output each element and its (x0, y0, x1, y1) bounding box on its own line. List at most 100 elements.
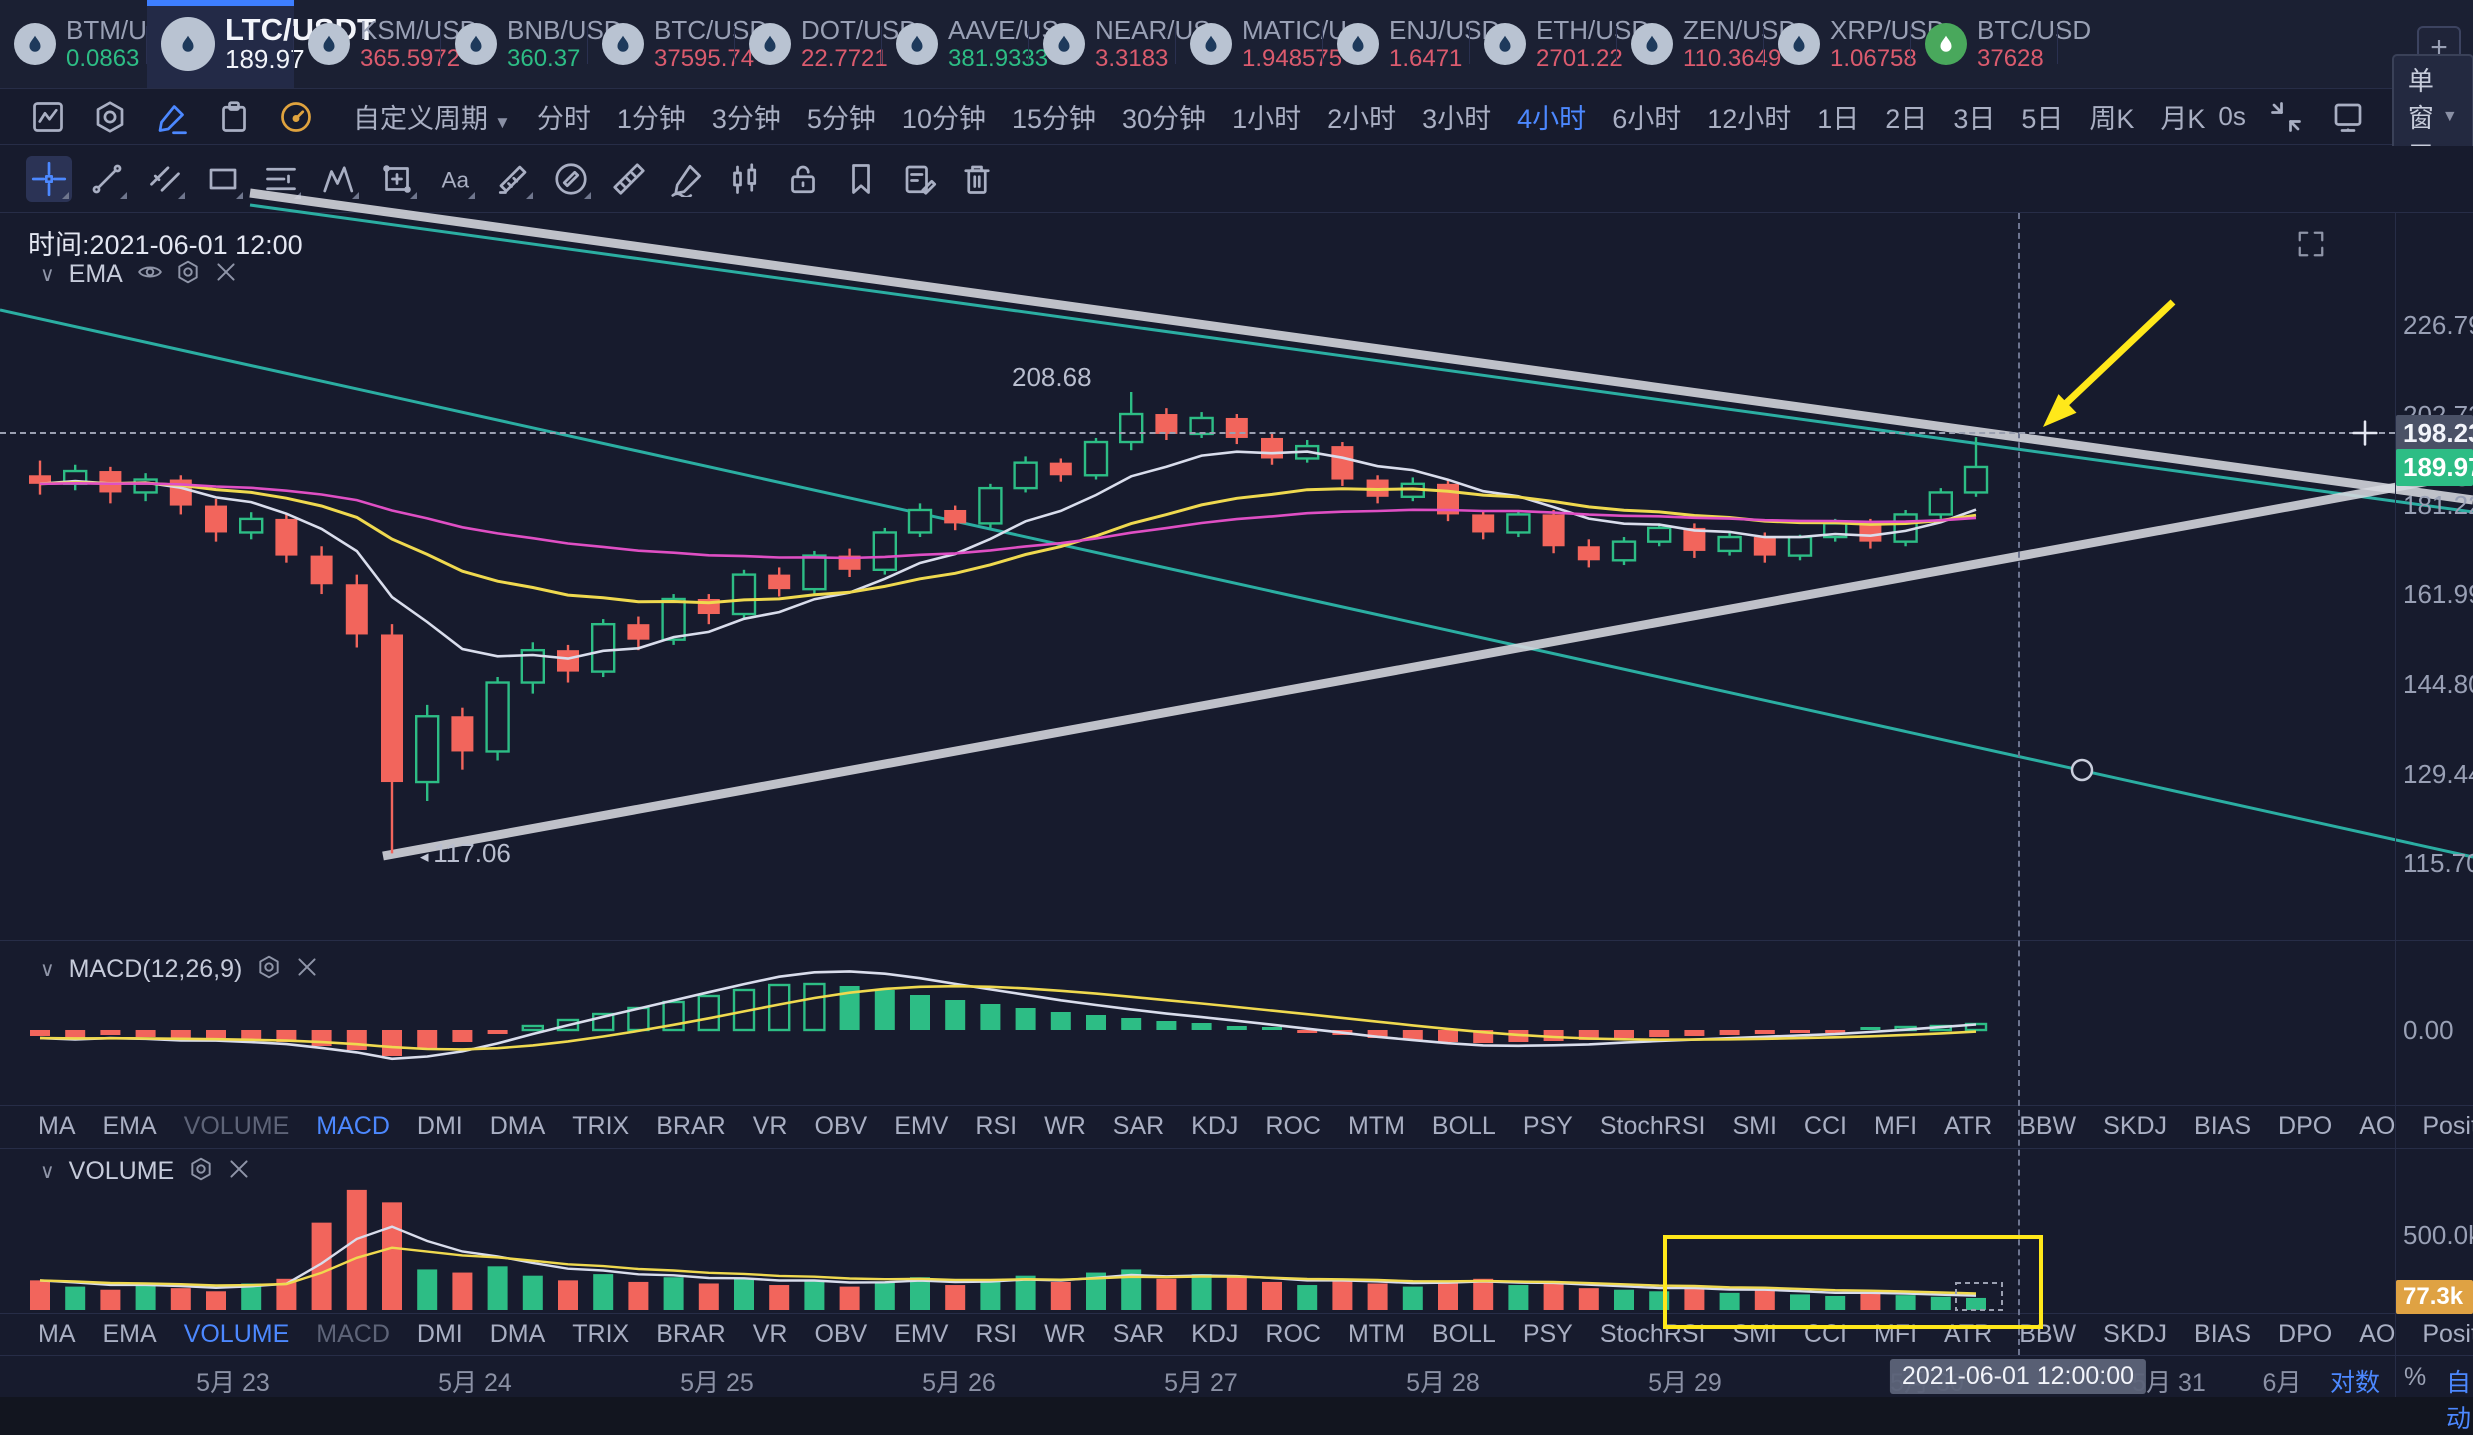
ticker-item-near-us[interactable]: NEAR/US3.3183 (1029, 0, 1176, 88)
indicator-tab-dma[interactable]: DMA (490, 1320, 546, 1349)
gear-icon[interactable] (188, 1156, 226, 1187)
note-edit-tool[interactable] (896, 156, 942, 202)
indicator-tab-ma[interactable]: MA (38, 1320, 76, 1349)
lock-tool[interactable] (780, 156, 826, 202)
close-icon[interactable] (213, 259, 251, 290)
indicator-tab-dmi[interactable]: DMI (417, 1112, 463, 1141)
period-3分钟[interactable]: 3分钟 (712, 97, 781, 136)
period-周K[interactable]: 周K (2089, 97, 2134, 136)
shrink-icon[interactable] (2268, 99, 2304, 135)
ticker-item-enj-usd[interactable]: ENJ/USD1.6471 (1323, 0, 1470, 88)
chevron-down-icon[interactable]: ∨ (40, 1159, 55, 1184)
indicator-tab-boll[interactable]: BOLL (1432, 1320, 1496, 1349)
period-分时[interactable]: 分时 (537, 97, 591, 136)
indicator-tab-ao[interactable]: AO (2359, 1112, 2395, 1141)
yellow-highlight-rectangle[interactable] (1663, 1235, 2043, 1329)
scale-control-%[interactable]: % (2404, 1363, 2426, 1392)
ruler-tool[interactable] (606, 156, 652, 202)
indicator-tab-obv[interactable]: OBV (814, 1112, 867, 1141)
indicator-tab-macd[interactable]: MACD (316, 1320, 390, 1349)
frame-plus-tool[interactable] (374, 156, 420, 202)
add-alert-plus-icon[interactable] (2348, 416, 2382, 450)
indicator-tab-wr[interactable]: WR (1044, 1320, 1086, 1349)
indicator-tab-dpo[interactable]: DPO (2278, 1112, 2332, 1141)
indicator-tab-vr[interactable]: VR (753, 1112, 788, 1141)
brush-tool[interactable] (664, 156, 710, 202)
indicator-tab-atr[interactable]: ATR (1944, 1112, 1992, 1141)
add-window-icon[interactable] (2330, 99, 2366, 135)
indicator-tab-skdj[interactable]: SKDJ (2103, 1112, 2167, 1141)
indicator-tab-sar[interactable]: SAR (1113, 1320, 1164, 1349)
indicator-tab-mtm[interactable]: MTM (1348, 1320, 1405, 1349)
bookmark-tool[interactable] (838, 156, 884, 202)
indicator-tab-rsi[interactable]: RSI (975, 1320, 1017, 1349)
price-range-tool[interactable] (490, 156, 536, 202)
pencil-icon[interactable] (154, 99, 190, 135)
ticker-item-matic-u-[interactable]: MATIC/U:1.948575 (1176, 0, 1323, 88)
indicator-tab-bbw[interactable]: BBW (2019, 1112, 2076, 1141)
gauge-icon[interactable] (278, 99, 314, 135)
indicator-tab-kdj[interactable]: KDJ (1191, 1320, 1238, 1349)
period-30分钟[interactable]: 30分钟 (1122, 97, 1206, 136)
indicator-tab-smi[interactable]: SMI (1732, 1112, 1776, 1141)
indicator-tab-wr[interactable]: WR (1044, 1112, 1086, 1141)
circle-measure-tool[interactable] (548, 156, 594, 202)
scale-control-对数[interactable]: 对数 (2330, 1363, 2380, 1399)
indicator-tab-ema[interactable]: EMA (103, 1112, 157, 1141)
ticker-item-btc-usd[interactable]: BTC/USD37595.74 (588, 0, 735, 88)
close-icon[interactable] (294, 954, 332, 985)
indicator-tab-psy[interactable]: PSY (1523, 1320, 1573, 1349)
ticker-item-aave-us[interactable]: AAVE/US381.9333 (882, 0, 1029, 88)
chart-area[interactable]: 时间:2021-06-01 12:00 ∨ EMA ∨ MACD(12,26,9… (0, 213, 2473, 1397)
ticker-item-dot-usd[interactable]: DOT/USD22.7721 (735, 0, 882, 88)
period-3日[interactable]: 3日 (1953, 97, 1995, 136)
chart-line-icon[interactable] (30, 99, 66, 135)
candle-pattern-tool[interactable] (722, 156, 768, 202)
trend-line-tool[interactable] (84, 156, 130, 202)
indicator-tab-dmi[interactable]: DMI (417, 1320, 463, 1349)
period-1小时[interactable]: 1小时 (1232, 97, 1301, 136)
macd-panel-svg[interactable] (0, 946, 2395, 1105)
indicator-tab-skdj[interactable]: SKDJ (2103, 1320, 2167, 1349)
indicator-tab-position[interactable]: Position (2422, 1320, 2473, 1349)
parallel-channel-tool[interactable] (142, 156, 188, 202)
indicator-tab-ma[interactable]: MA (38, 1112, 76, 1141)
period-月K[interactable]: 月K (2160, 97, 2205, 136)
period-1日[interactable]: 1日 (1817, 97, 1859, 136)
ascending-support-gray[interactable] (383, 473, 2473, 856)
descending-teal-lower[interactable] (0, 310, 2473, 857)
period-2小时[interactable]: 2小时 (1327, 97, 1396, 136)
indicator-tab-brar[interactable]: BRAR (656, 1112, 725, 1141)
scale-control-自动[interactable]: 自动 (2446, 1363, 2473, 1435)
indicator-tab-cci[interactable]: CCI (1804, 1112, 1847, 1141)
period-10分钟[interactable]: 10分钟 (902, 97, 986, 136)
indicator-tab-bias[interactable]: BIAS (2194, 1320, 2251, 1349)
period-2日[interactable]: 2日 (1885, 97, 1927, 136)
indicator-tab-psy[interactable]: PSY (1523, 1112, 1573, 1141)
descending-channel-gray[interactable] (250, 193, 2473, 500)
gear-icon[interactable] (256, 954, 294, 985)
indicator-tab-kdj[interactable]: KDJ (1191, 1112, 1238, 1141)
indicator-tab-dpo[interactable]: DPO (2278, 1320, 2332, 1349)
indicator-tab-position[interactable]: Position (2422, 1112, 2473, 1141)
period-1分钟[interactable]: 1分钟 (617, 97, 686, 136)
close-icon[interactable] (226, 1156, 264, 1187)
rectangle-tool[interactable] (200, 156, 246, 202)
custom-period-dropdown[interactable]: 自定义周期▼ (353, 97, 511, 136)
ticker-item-xrp-usd[interactable]: XRP/USD1.06758 (1764, 0, 1911, 88)
gear-icon[interactable] (175, 259, 213, 290)
eye-icon[interactable] (137, 259, 175, 290)
indicator-tab-rsi[interactable]: RSI (975, 1112, 1017, 1141)
main-chart-svg[interactable] (0, 213, 2473, 940)
indicator-tab-volume[interactable]: VOLUME (184, 1320, 290, 1349)
descending-channel-teal[interactable] (250, 205, 2473, 512)
ticker-item-ksm-usd[interactable]: KSM/USD365.5972 (294, 0, 441, 88)
text-tool[interactable]: Aa (432, 156, 478, 202)
ticker-item-eth-usd[interactable]: ETH/USD2701.22 (1470, 0, 1617, 88)
indicator-tab-brar[interactable]: BRAR (656, 1320, 725, 1349)
ticker-item-bnb-usd[interactable]: BNB/USD360.37 (441, 0, 588, 88)
indicator-tab-roc[interactable]: ROC (1265, 1112, 1321, 1141)
indicator-tab-boll[interactable]: BOLL (1432, 1112, 1496, 1141)
ticker-item-btc-usd[interactable]: BTC/USD37628 (1911, 0, 2058, 88)
indicator-tab-ema[interactable]: EMA (103, 1320, 157, 1349)
